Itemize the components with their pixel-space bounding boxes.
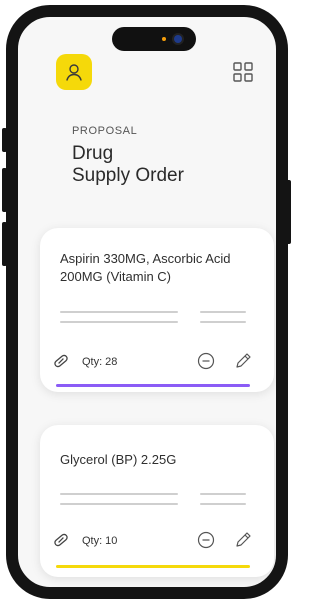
pencil-icon[interactable] [234, 352, 252, 370]
user-icon [66, 64, 82, 81]
page-title-line-2: Supply Order [72, 165, 184, 186]
item-accent-bar [56, 565, 250, 568]
item-accent-bar [56, 384, 250, 387]
camera-icon [174, 35, 182, 43]
menu-button[interactable] [232, 61, 254, 83]
placeholder-line [60, 503, 178, 505]
minus-circle-icon[interactable] [197, 531, 215, 549]
quantity-label: Qty: [82, 535, 103, 547]
order-item-card[interactable]: Glycerol (BP) 2.25G Qty: 10 [40, 425, 274, 577]
grid-icon [233, 62, 253, 82]
placeholder-line [60, 311, 178, 313]
quantity-value: 28 [105, 356, 118, 368]
pill-icon [54, 533, 68, 547]
phone-frame: PROPOSAL Drug Supply Order Aspirin 330MG… [6, 5, 288, 599]
dynamic-island [112, 27, 196, 51]
placeholder-line [200, 311, 246, 313]
page-title-line-1: Drug [72, 143, 114, 164]
pill-icon [54, 354, 68, 368]
order-item-card[interactable]: Aspirin 330MG, Ascorbic Acid 200MG (Vita… [40, 228, 274, 392]
placeholder-line [60, 321, 178, 323]
section-eyebrow: PROPOSAL [72, 125, 138, 137]
page-title: Drug Supply Order [72, 143, 242, 187]
profile-button[interactable] [56, 54, 92, 90]
placeholder-line [60, 493, 178, 495]
quantity-label: Qty: [82, 356, 103, 368]
minus-circle-icon[interactable] [197, 352, 215, 370]
placeholder-line [200, 493, 246, 495]
placeholder-line [200, 321, 246, 323]
drug-name: Glycerol (BP) 2.25G [60, 452, 177, 467]
quantity-value: 10 [105, 535, 118, 547]
indicator-light [162, 37, 166, 41]
pencil-icon[interactable] [234, 531, 252, 549]
placeholder-line [200, 503, 246, 505]
quantity: Qty: 10 [82, 535, 117, 547]
drug-name: Aspirin 330MG, Ascorbic Acid 200MG (Vita… [60, 251, 231, 284]
quantity: Qty: 28 [82, 356, 117, 368]
